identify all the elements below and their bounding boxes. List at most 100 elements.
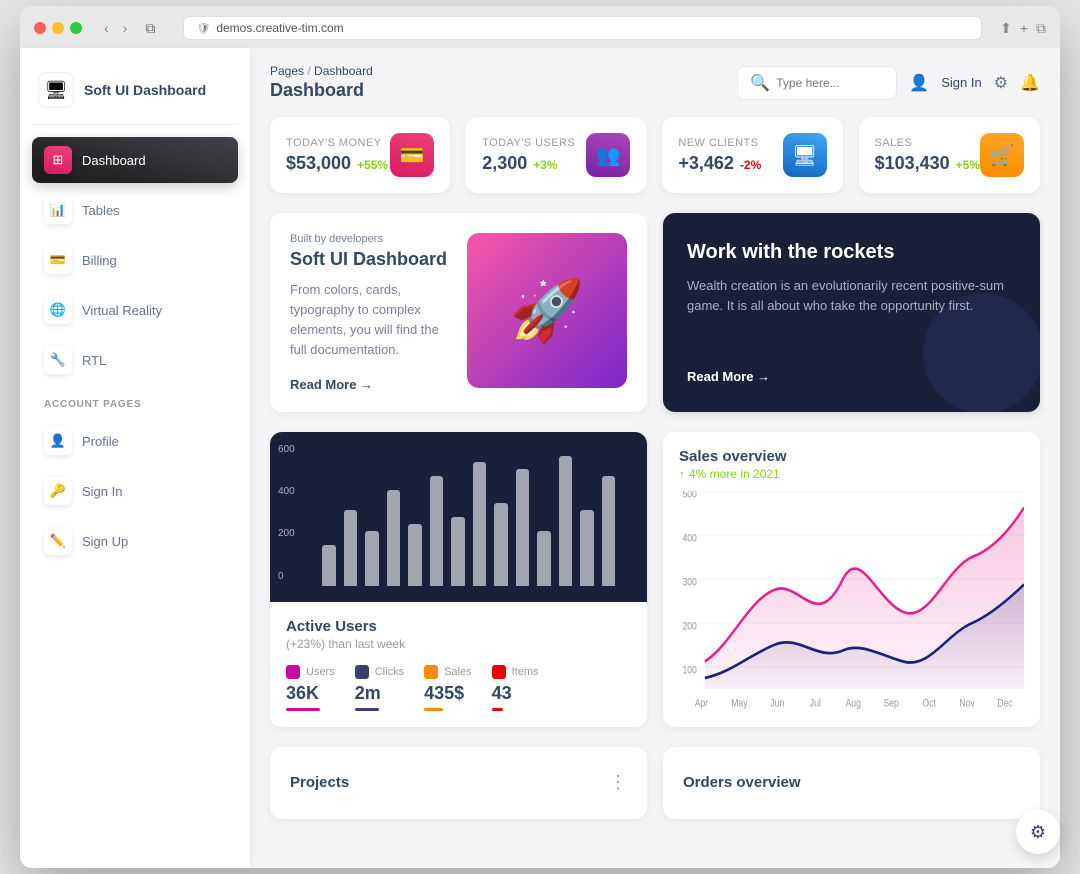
metric-users: Users 36K [286, 665, 335, 711]
profile-icon: 👤 [44, 427, 72, 455]
read-more-button[interactable]: Read More → [290, 377, 451, 392]
svg-text:Sep: Sep [884, 697, 900, 709]
svg-text:May: May [731, 697, 747, 709]
stat-change: -2% [740, 158, 761, 172]
sidebar-item-label: RTL [82, 353, 106, 368]
stat-icon: 🛒 [980, 133, 1024, 177]
billing-icon: 💳 [44, 246, 72, 274]
chart-bar [365, 531, 379, 586]
new-tab-button[interactable]: + [1020, 20, 1028, 37]
sales-chart-area: 500 400 300 200 100 [679, 491, 1024, 711]
metric-label-users: Users [306, 666, 335, 678]
sidebar-item-sign-in[interactable]: 🔑 Sign In [32, 468, 238, 514]
au-title: Active Users [286, 618, 631, 635]
sidebar-item-tables[interactable]: 📊 Tables [32, 187, 238, 233]
metric-clicks: Clicks 2m [355, 665, 404, 711]
minimize-button[interactable] [52, 22, 64, 34]
metric-color-sales [424, 665, 438, 679]
svg-text:Aug: Aug [846, 697, 861, 709]
main-content: Pages / Dashboard Dashboard 🔍 👤 Sign In … [250, 48, 1060, 868]
svg-text:Jun: Jun [770, 697, 784, 709]
forward-button[interactable]: › [119, 18, 132, 38]
stat-card-sales: Sales $103,430 +5% 🛒 [859, 117, 1040, 193]
close-button[interactable] [34, 22, 46, 34]
metric-label-clicks: Clicks [375, 666, 404, 678]
chart-bar [494, 503, 508, 585]
svg-text:500: 500 [682, 491, 697, 501]
search-icon: 🔍 [750, 73, 770, 93]
svg-text:Dec: Dec [997, 697, 1012, 709]
address-bar[interactable]: 🛡 demos.creative-tim.com [183, 16, 982, 40]
bar-chart-bars [286, 456, 631, 586]
tab-icon: ⧉ [145, 20, 155, 37]
chart-bar [344, 510, 358, 585]
chart-bar [602, 476, 616, 585]
stat-change: +55% [357, 158, 388, 172]
maximize-button[interactable] [70, 22, 82, 34]
build-card: Built by developers Soft UI Dashboard Fr… [270, 213, 647, 412]
sidebar-item-label: Sign Up [82, 534, 128, 549]
search-input[interactable] [776, 76, 884, 90]
sidebar-item-dashboard[interactable]: ⊞ Dashboard [32, 137, 238, 183]
rocket-image: 🚀 [467, 233, 627, 388]
sales-subtitle: ↑ 4% more in 2021 [679, 467, 1024, 481]
rockets-read-more[interactable]: Read More → [687, 369, 1016, 384]
stat-label: Sales [875, 137, 980, 149]
stat-icon: 👥 [586, 133, 630, 177]
sidebar-brand: 🖥 Soft UI Dashboard [32, 64, 238, 125]
svg-text:200: 200 [682, 620, 697, 632]
svg-text:Apr: Apr [695, 697, 709, 709]
projects-menu-icon[interactable]: ⋮ [609, 772, 627, 793]
sidebar-item-profile[interactable]: 👤 Profile [32, 418, 238, 464]
chart-bar [387, 490, 401, 586]
projects-title: Projects [290, 774, 349, 791]
active-users-card: 6004002000 Active Users (+23%) than last… [270, 432, 647, 727]
lock-icon: 🛡 [196, 22, 210, 35]
metric-sales: Sales 435$ [424, 665, 472, 711]
topbar-right: 🔍 👤 Sign In ⚙ 🔔 [737, 66, 1040, 100]
browser-actions: ⬆ + ⧉ [1000, 20, 1046, 37]
metric-value-users: 36K [286, 683, 335, 704]
svg-text:100: 100 [682, 664, 697, 676]
back-button[interactable]: ‹ [100, 18, 113, 38]
fab-settings[interactable]: ⚙ [1016, 810, 1060, 854]
chart-bar [580, 510, 594, 585]
chart-bar [322, 545, 336, 586]
tables-icon: 📊 [44, 196, 72, 224]
sidebar-item-rtl[interactable]: 🔧 RTL [32, 337, 238, 383]
stat-value: 2,300 [482, 153, 527, 174]
user-icon[interactable]: 👤 [909, 73, 929, 93]
stat-value: $53,000 [286, 153, 351, 174]
url-text: demos.creative-tim.com [216, 21, 343, 35]
sign-in-label[interactable]: Sign In [941, 75, 981, 90]
stat-label: Today's Users [482, 137, 586, 149]
sidebar-item-label: Sign In [82, 484, 122, 499]
sidebar-item-sign-up[interactable]: ✏️ Sign Up [32, 518, 238, 564]
build-title: Soft UI Dashboard [290, 249, 451, 270]
sidebar-item-billing[interactable]: 💳 Billing [32, 237, 238, 283]
stat-card-money: Today's Money $53,000 +55% 💳 [270, 117, 450, 193]
chart-bar [559, 456, 573, 586]
bottom-row: 6004002000 Active Users (+23%) than last… [270, 432, 1040, 727]
sidebar-item-label: Profile [82, 434, 119, 449]
stat-change: +3% [533, 158, 557, 172]
traffic-lights [34, 22, 82, 34]
stat-change: +5% [956, 158, 980, 172]
rockets-title: Work with the rockets [687, 241, 1016, 264]
chart-bar [537, 531, 551, 586]
stat-icon: 🖥 [783, 133, 827, 177]
share-button[interactable]: ⬆ [1000, 20, 1012, 37]
page-title: Dashboard [270, 80, 373, 101]
notifications-icon[interactable]: 🔔 [1020, 73, 1040, 93]
stat-card-clients: New Clients +3,462 -2% 🖥 [662, 117, 842, 193]
sidebar-item-label: Tables [82, 203, 120, 218]
gear-icon: ⚙ [1030, 822, 1046, 843]
sidebar-item-label: Virtual Reality [82, 303, 162, 318]
build-tag: Built by developers [290, 233, 451, 245]
settings-icon[interactable]: ⚙ [994, 73, 1008, 93]
sign-in-icon: 🔑 [44, 477, 72, 505]
search-box[interactable]: 🔍 [737, 66, 897, 100]
sidebar-item-label: Dashboard [82, 153, 146, 168]
sidebar-item-virtual-reality[interactable]: 🌐 Virtual Reality [32, 287, 238, 333]
tabs-button[interactable]: ⧉ [1036, 20, 1046, 37]
